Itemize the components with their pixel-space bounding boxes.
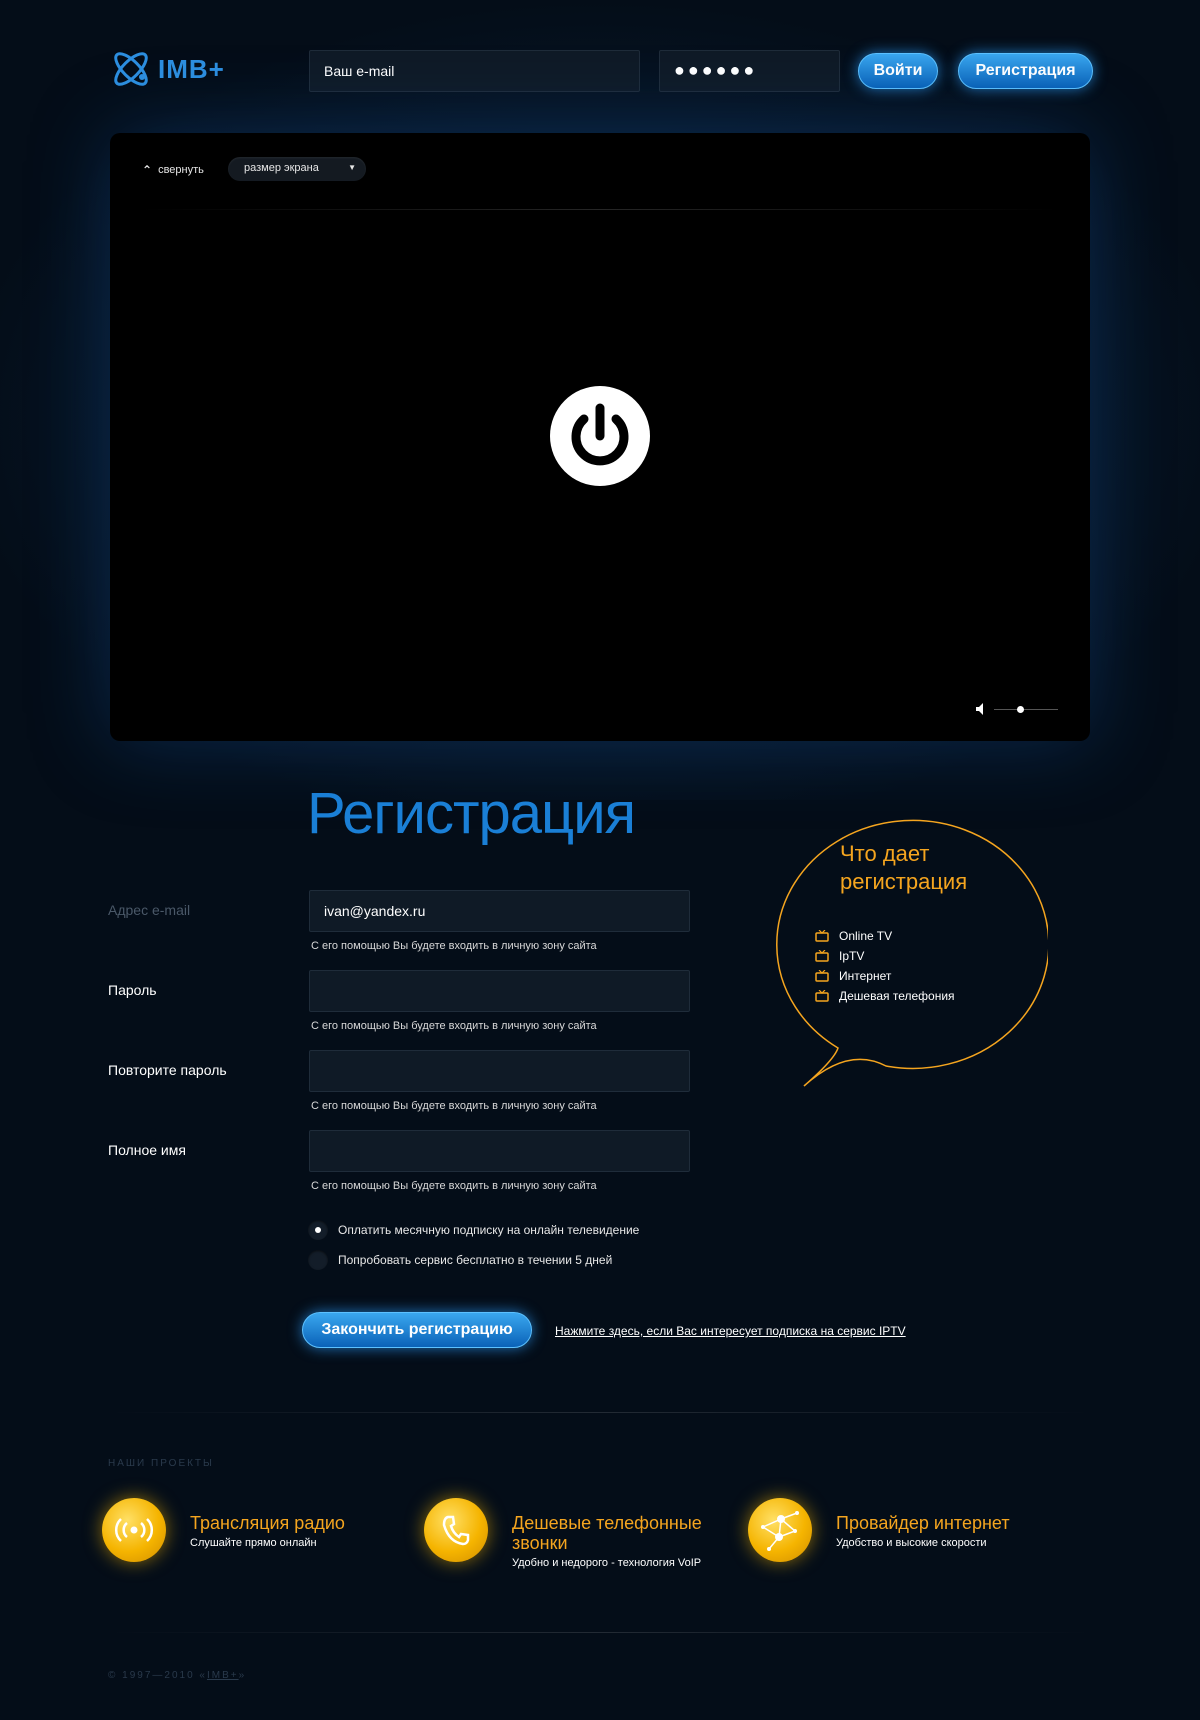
option-trial-label: Попробовать сервис бесплатно в течении 5… xyxy=(338,1253,613,1267)
phone-icon xyxy=(424,1498,488,1562)
benefit-label: Интернет xyxy=(839,969,892,983)
repeat-password-field[interactable] xyxy=(309,1050,690,1092)
screen-size-label: размер экрана xyxy=(244,162,319,174)
collapse-label: свернуть xyxy=(158,164,204,176)
projects-title: НАШИ ПРОЕКТЫ xyxy=(108,1458,214,1469)
project-radio[interactable]: Трансляция радио Слушайте прямо онлайн xyxy=(102,1498,345,1562)
benefit-item: Интернет xyxy=(815,966,955,986)
projects-divider xyxy=(108,1412,1093,1413)
register-button[interactable]: Регистрация xyxy=(958,53,1093,89)
password-label: Пароль xyxy=(108,982,157,998)
collapse-button[interactable]: ⌃ свернуть xyxy=(142,163,204,177)
project-phone[interactable]: Дешевые телефонные звонки Удобно и недор… xyxy=(424,1498,712,1570)
repeat-password-label: Повторите пароль xyxy=(108,1062,227,1078)
password-hint: С его помощью Вы будете входить в личную… xyxy=(311,1020,597,1032)
email-field[interactable]: ivan@yandex.ru xyxy=(309,890,690,932)
project-subtitle: Удобство и высокие скорости xyxy=(836,1537,987,1549)
option-monthly[interactable]: Оплатить месячную подписку на онлайн тел… xyxy=(308,1220,639,1240)
atom-logo-icon xyxy=(114,52,148,86)
tv-icon xyxy=(815,990,829,1002)
full-name-label: Полное имя xyxy=(108,1142,186,1158)
benefit-item: IpTV xyxy=(815,946,955,966)
password-field[interactable] xyxy=(309,970,690,1012)
option-monthly-label: Оплатить месячную подписку на онлайн тел… xyxy=(338,1223,640,1237)
repeat-password-hint: С его помощью Вы будете входить в личную… xyxy=(311,1100,597,1112)
tv-icon xyxy=(815,930,829,942)
option-trial[interactable]: Попробовать сервис бесплатно в течении 5… xyxy=(308,1250,612,1270)
footer-divider xyxy=(108,1632,1093,1633)
caret-down-icon: ▼ xyxy=(348,163,356,172)
project-subtitle: Слушайте прямо онлайн xyxy=(190,1537,317,1549)
full-name-hint: С его помощью Вы будете входить в личную… xyxy=(311,1180,597,1192)
email-hint: С его помощью Вы будете входить в личную… xyxy=(311,940,597,952)
copyright-text: © 1997—2010 « xyxy=(108,1670,207,1681)
logo-text: IMB+ xyxy=(158,53,225,84)
project-title[interactable]: Дешевые телефонные звонки xyxy=(512,1513,712,1553)
power-icon[interactable] xyxy=(550,386,650,486)
tv-icon xyxy=(815,970,829,982)
benefits-title: Что дает регистрация xyxy=(840,841,968,894)
chevron-up-icon: ⌃ xyxy=(142,163,153,177)
finish-registration-button[interactable]: Закончить регистрацию xyxy=(302,1312,532,1348)
network-icon xyxy=(748,1498,812,1562)
login-button[interactable]: Войти xyxy=(858,53,938,89)
project-title[interactable]: Провайдер интернет xyxy=(836,1513,1010,1533)
footer-brand-link[interactable]: IMB+ xyxy=(207,1670,239,1681)
copyright: © 1997—2010 «IMB+» xyxy=(108,1670,246,1681)
radio-icon xyxy=(102,1498,166,1562)
benefit-item: Online TV xyxy=(815,926,955,946)
radio-trial[interactable] xyxy=(308,1250,328,1270)
benefits-list: Online TV IpTV Интернет Дешевая телефони… xyxy=(815,926,955,1006)
speaker-icon[interactable] xyxy=(976,703,988,715)
benefit-item: Дешевая телефония xyxy=(815,986,955,1006)
volume-control[interactable] xyxy=(976,703,1058,715)
tv-icon xyxy=(815,950,829,962)
volume-slider[interactable] xyxy=(994,705,1058,713)
registration-title: Регистрация xyxy=(307,781,636,846)
benefit-label: Online TV xyxy=(839,929,893,943)
video-player[interactable]: ⌃ свернуть размер экрана ▼ xyxy=(110,133,1090,741)
volume-knob[interactable] xyxy=(1016,705,1024,713)
benefit-label: IpTV xyxy=(839,949,865,963)
project-internet[interactable]: Провайдер интернет Удобство и высокие ск… xyxy=(748,1498,1010,1562)
email-label: Адрес e-mail xyxy=(108,902,191,918)
iptv-link[interactable]: Нажмите здесь, если Вас интересует подпи… xyxy=(555,1324,906,1338)
benefit-label: Дешевая телефония xyxy=(839,989,955,1003)
full-name-field[interactable] xyxy=(309,1130,690,1172)
copyright-end: » xyxy=(238,1670,247,1681)
header-password-input[interactable]: ●●●●●● xyxy=(659,50,840,92)
project-subtitle: Удобно и недорого - технология VoIP xyxy=(512,1557,702,1569)
radio-monthly[interactable] xyxy=(308,1220,328,1240)
logo[interactable]: IMB+ xyxy=(108,46,225,92)
header-email-input[interactable]: Ваш e-mail xyxy=(309,50,640,92)
screen-size-select[interactable]: размер экрана ▼ xyxy=(228,157,366,181)
player-divider xyxy=(140,209,1060,210)
project-title[interactable]: Трансляция радио xyxy=(190,1513,345,1533)
